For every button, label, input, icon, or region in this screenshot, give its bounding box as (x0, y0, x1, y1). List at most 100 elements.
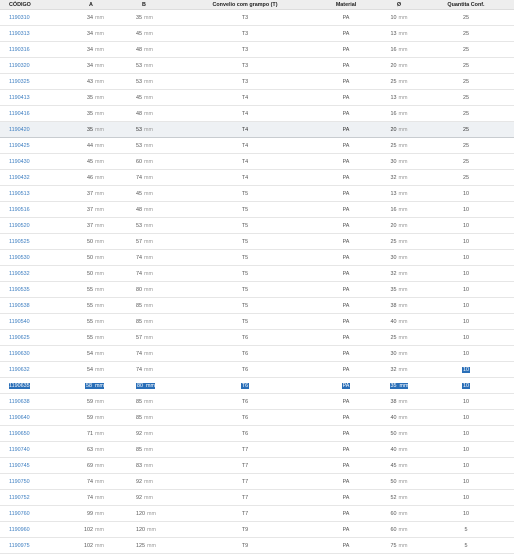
cell-code-value[interactable]: 1190750 (9, 479, 30, 485)
table-row[interactable]: 1190310 34 mm 35 mm T3 PA 10 mm 25 (0, 10, 514, 26)
cell-code[interactable]: 1190632 (9, 362, 30, 377)
table-row[interactable]: 1190975 102 mm 125 mm T9 PA 75 mm 5 (0, 538, 514, 554)
table-row[interactable]: 1190313 34 mm 45 mm T3 PA 13 mm 25 (0, 26, 514, 42)
table-row[interactable]: 1190530 50 mm 74 mm T5 PA 30 mm 10 (0, 250, 514, 266)
table-row[interactable]: 1190532 50 mm 74 mm T5 PA 32 mm 10 (0, 266, 514, 282)
cell-code[interactable]: 1190975 (9, 538, 30, 553)
header-b[interactable]: B (142, 0, 146, 9)
cell-code[interactable]: 1190750 (9, 474, 30, 489)
cell-code-value[interactable]: 1190432 (9, 175, 30, 181)
table-row[interactable]: 1190630 54 mm 74 mm T6 PA 30 mm 10 (0, 346, 514, 362)
cell-code-value[interactable]: 1190640 (9, 415, 30, 421)
cell-code-value[interactable]: 1190430 (9, 159, 30, 165)
cell-code-value[interactable]: 1190632 (9, 367, 30, 373)
cell-code-value[interactable]: 1190320 (9, 63, 30, 69)
table-row[interactable]: 1190635 58 mm 80 mm T6 PA 35 mm 10 (0, 378, 514, 394)
cell-code-value[interactable]: 1190630 (9, 351, 30, 357)
cell-code[interactable]: 1190535 (9, 282, 30, 297)
header-qty[interactable]: Quantita Conf. (440, 0, 492, 9)
cell-code[interactable]: 1190630 (9, 346, 30, 361)
cell-code-value[interactable]: 1190313 (9, 31, 30, 37)
table-row[interactable]: 1190516 37 mm 48 mm T5 PA 16 mm 10 (0, 202, 514, 218)
cell-code[interactable]: 1190513 (9, 186, 30, 201)
cell-code-value[interactable]: 1190513 (9, 191, 30, 197)
table-row[interactable]: 1190413 35 mm 45 mm T4 PA 13 mm 25 (0, 90, 514, 106)
table-row[interactable]: 1190325 43 mm 53 mm T3 PA 25 mm 25 (0, 74, 514, 90)
cell-code-value[interactable]: 1190520 (9, 223, 30, 229)
table-row[interactable]: 1190750 74 mm 92 mm T7 PA 50 mm 10 (0, 474, 514, 490)
cell-code[interactable]: 1190532 (9, 266, 30, 281)
cell-code-value[interactable]: 1190416 (9, 111, 30, 117)
table-row[interactable]: 1190760 99 mm 120 mm T7 PA 60 mm 10 (0, 506, 514, 522)
cell-code-value[interactable]: 1190420 (9, 127, 30, 133)
header-conv[interactable]: Convelio com grampo (T) (180, 0, 310, 9)
cell-code-value[interactable]: 1190960 (9, 527, 30, 533)
table-row[interactable]: 1190430 45 mm 60 mm T4 PA 30 mm 25 (0, 154, 514, 170)
cell-code[interactable]: 1190416 (9, 106, 30, 121)
table-row[interactable]: 1190432 46 mm 74 mm T4 PA 32 mm 25 (0, 170, 514, 186)
cell-code[interactable]: 1190745 (9, 458, 30, 473)
cell-code-value[interactable]: 1190740 (9, 447, 30, 453)
table-row[interactable]: 1190650 71 mm 92 mm T6 PA 50 mm 10 (0, 426, 514, 442)
cell-code[interactable]: 1190316 (9, 42, 30, 57)
cell-code[interactable]: 1190760 (9, 506, 30, 521)
cell-code[interactable]: 1190635 (9, 378, 30, 393)
header-diameter[interactable]: Ø (384, 0, 414, 9)
table-row[interactable]: 1190540 55 mm 85 mm T5 PA 40 mm 10 (0, 314, 514, 330)
cell-code-value[interactable]: 1190635 (9, 382, 30, 389)
table-row[interactable]: 1190640 59 mm 85 mm T6 PA 40 mm 10 (0, 410, 514, 426)
table-row[interactable]: 1190425 44 mm 53 mm T4 PA 25 mm 25 (0, 138, 514, 154)
header-a[interactable]: A (85, 0, 97, 9)
cell-code-value[interactable]: 1190425 (9, 143, 30, 149)
cell-code[interactable]: 1190740 (9, 442, 30, 457)
table-row[interactable]: 1190752 74 mm 92 mm T7 PA 52 mm 10 (0, 490, 514, 506)
table-row[interactable]: 1190420 35 mm 53 mm T4 PA 20 mm 25 (0, 122, 514, 138)
cell-code[interactable]: 1190310 (9, 10, 30, 25)
table-row[interactable]: 1190745 69 mm 83 mm T7 PA 45 mm 10 (0, 458, 514, 474)
table-row[interactable]: 1190535 55 mm 80 mm T5 PA 35 mm 10 (0, 282, 514, 298)
cell-code-value[interactable]: 1190745 (9, 463, 30, 469)
cell-code[interactable]: 1190325 (9, 74, 30, 89)
cell-code-value[interactable]: 1190650 (9, 431, 30, 437)
cell-code[interactable]: 1190530 (9, 250, 30, 265)
cell-code[interactable]: 1190413 (9, 90, 30, 105)
table-row[interactable]: 1190525 50 mm 57 mm T5 PA 25 mm 10 (0, 234, 514, 250)
cell-code-value[interactable]: 1190625 (9, 335, 30, 341)
table-row[interactable]: 1190625 55 mm 57 mm T6 PA 25 mm 10 (0, 330, 514, 346)
table-row[interactable]: 1190638 59 mm 85 mm T6 PA 38 mm 10 (0, 394, 514, 410)
cell-code-value[interactable]: 1190316 (9, 47, 30, 53)
cell-code[interactable]: 1190320 (9, 58, 30, 73)
cell-code[interactable]: 1190638 (9, 394, 30, 409)
table-row[interactable]: 1190740 63 mm 85 mm T7 PA 40 mm 10 (0, 442, 514, 458)
table-row[interactable]: 1190520 37 mm 53 mm T5 PA 20 mm 10 (0, 218, 514, 234)
cell-code-value[interactable]: 1190975 (9, 543, 30, 549)
cell-code[interactable]: 1190525 (9, 234, 30, 249)
cell-code-value[interactable]: 1190760 (9, 511, 30, 517)
cell-code[interactable]: 1190420 (9, 122, 30, 137)
table-row[interactable]: 1190538 55 mm 85 mm T5 PA 38 mm 10 (0, 298, 514, 314)
cell-code[interactable]: 1190752 (9, 490, 30, 505)
cell-code[interactable]: 1190520 (9, 218, 30, 233)
cell-code[interactable]: 1190313 (9, 26, 30, 41)
cell-code[interactable]: 1190540 (9, 314, 30, 329)
cell-code-value[interactable]: 1190538 (9, 303, 30, 309)
cell-code[interactable]: 1190640 (9, 410, 30, 425)
cell-code-value[interactable]: 1190535 (9, 287, 30, 293)
cell-code-value[interactable]: 1190530 (9, 255, 30, 261)
cell-code-value[interactable]: 1190310 (9, 15, 30, 21)
table-row[interactable]: 1190320 34 mm 53 mm T3 PA 20 mm 25 (0, 58, 514, 74)
table-row[interactable]: 1190632 54 mm 74 mm T6 PA 32 mm 10 (0, 362, 514, 378)
cell-code[interactable]: 1190432 (9, 170, 30, 185)
cell-code-value[interactable]: 1190413 (9, 95, 30, 101)
header-code[interactable]: CÓDIGO (9, 0, 31, 9)
cell-code[interactable]: 1190650 (9, 426, 30, 441)
cell-code-value[interactable]: 1190532 (9, 271, 30, 277)
cell-code[interactable]: 1190625 (9, 330, 30, 345)
cell-code[interactable]: 1190516 (9, 202, 30, 217)
cell-code[interactable]: 1190430 (9, 154, 30, 169)
header-material[interactable]: Material (335, 0, 357, 9)
cell-code-value[interactable]: 1190516 (9, 207, 30, 213)
table-row[interactable]: 1190416 35 mm 48 mm T4 PA 16 mm 25 (0, 106, 514, 122)
table-row[interactable]: 1190513 37 mm 45 mm T5 PA 13 mm 10 (0, 186, 514, 202)
cell-code[interactable]: 1190538 (9, 298, 30, 313)
